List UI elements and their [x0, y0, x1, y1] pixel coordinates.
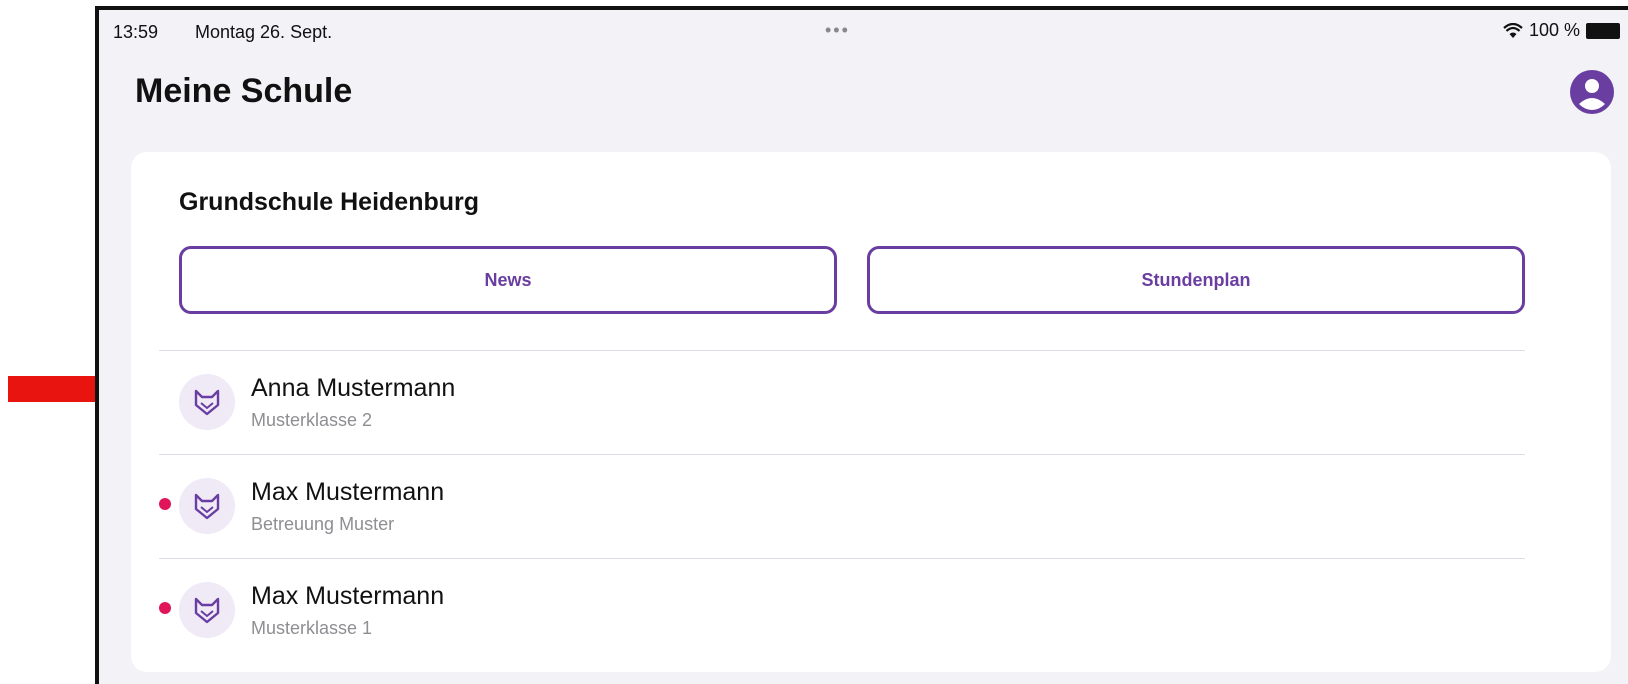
- fox-icon: [179, 582, 235, 638]
- status-time: 13:59: [113, 22, 159, 42]
- child-name: Max Mustermann: [251, 582, 445, 610]
- person-circle-icon[interactable]: [1568, 68, 1616, 116]
- multitask-dots[interactable]: •••: [825, 20, 850, 41]
- unread-dot: [159, 498, 171, 510]
- battery-icon: [1586, 22, 1620, 39]
- battery-percent: 100 %: [1528, 20, 1580, 40]
- wifi-icon: [1503, 22, 1523, 38]
- unread-dot: [159, 602, 171, 614]
- ipad-screen: 13:59 Montag 26. Sept. ••• 100 % Meine S…: [95, 6, 1628, 684]
- child-row-anna[interactable]: Anna Mustermann Musterklasse 2: [159, 350, 1525, 454]
- child-class: Musterklasse 2: [251, 410, 373, 430]
- school-card: Grundschule Heidenburg News Stundenplan …: [131, 152, 1611, 672]
- child-class: Musterklasse 1: [251, 618, 373, 638]
- child-name: Max Mustermann: [251, 478, 445, 506]
- news-button[interactable]: News: [179, 246, 837, 314]
- child-class: Betreuung Muster: [251, 514, 395, 534]
- fox-icon: [179, 478, 235, 534]
- child-row-max-betreuung[interactable]: Max Mustermann Betreuung Muster: [159, 454, 1525, 558]
- school-name: Grundschule Heidenburg: [179, 188, 480, 216]
- page-title: Meine Schule: [135, 72, 353, 110]
- fox-icon: [179, 374, 235, 430]
- child-row-max-klasse1[interactable]: Max Mustermann Musterklasse 1: [159, 558, 1525, 662]
- status-date: Montag 26. Sept.: [195, 22, 333, 42]
- child-name: Anna Mustermann: [251, 374, 456, 402]
- status-bar: 13:59 Montag 26. Sept. ••• 100 %: [99, 10, 1628, 50]
- timetable-button[interactable]: Stundenplan: [867, 246, 1525, 314]
- status-right: 100 %: [1503, 20, 1620, 41]
